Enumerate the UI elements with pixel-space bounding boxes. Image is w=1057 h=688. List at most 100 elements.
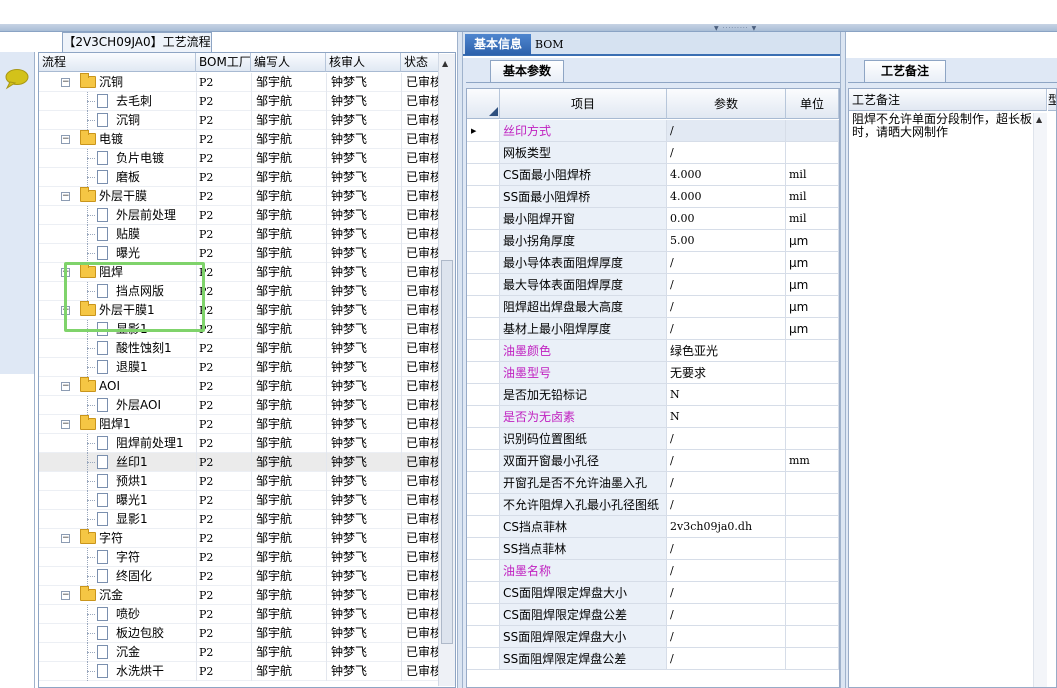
param-row[interactable]: 不允许阻焊入孔最小孔径图纸 / bbox=[467, 494, 839, 516]
tab-process-notes[interactable]: 工艺备注 bbox=[864, 60, 946, 82]
param-row[interactable]: SS面阻焊限定焊盘公差 / bbox=[467, 648, 839, 670]
col-header-notes[interactable]: 工艺备注 bbox=[849, 89, 1047, 111]
param-row[interactable]: CS面阻焊限定焊盘大小 / bbox=[467, 582, 839, 604]
param-value[interactable]: / bbox=[667, 450, 786, 472]
param-item-name[interactable]: SS面阻焊限定焊盘大小 bbox=[500, 626, 667, 648]
row-indicator[interactable] bbox=[467, 384, 500, 406]
tree-row[interactable]: 喷砂 P2 邹宇航 钟梦飞 已审核 bbox=[39, 605, 439, 624]
param-item-name[interactable]: SS挡点菲林 bbox=[500, 538, 667, 560]
expand-icon[interactable]: − bbox=[61, 534, 70, 543]
param-value[interactable]: / bbox=[667, 472, 786, 494]
tab-basic-params[interactable]: 基本参数 bbox=[490, 60, 564, 82]
row-indicator[interactable] bbox=[467, 296, 500, 318]
param-value[interactable]: / bbox=[667, 318, 786, 340]
param-row[interactable]: 阻焊超出焊盘最大高度 / μm bbox=[467, 296, 839, 318]
tree-row[interactable]: − AOI P2 邹宇航 钟梦飞 已审核 bbox=[39, 377, 439, 396]
param-value[interactable]: / bbox=[667, 252, 786, 274]
param-value[interactable]: / bbox=[667, 274, 786, 296]
row-indicator[interactable] bbox=[467, 274, 500, 296]
row-indicator[interactable] bbox=[467, 450, 500, 472]
param-item-name[interactable]: 基材上最小阻焊厚度 bbox=[500, 318, 667, 340]
param-item-name[interactable]: 双面开窗最小孔径 bbox=[500, 450, 667, 472]
tree-row[interactable]: − 电镀 P2 邹宇航 钟梦飞 已审核 bbox=[39, 130, 439, 149]
top-splitter[interactable]: ▼ ········· ▼ bbox=[0, 24, 1057, 32]
tab-bom[interactable]: BOM bbox=[535, 34, 575, 55]
tree-row[interactable]: 沉金 P2 邹宇航 钟梦飞 已审核 bbox=[39, 643, 439, 662]
row-indicator[interactable] bbox=[467, 142, 500, 164]
tree-row[interactable]: 磨板 P2 邹宇航 钟梦飞 已审核 bbox=[39, 168, 439, 187]
tab-basic-info[interactable]: 基本信息 bbox=[465, 34, 531, 55]
tree-row[interactable]: − 沉铜 P2 邹宇航 钟梦飞 已审核 bbox=[39, 73, 439, 92]
row-indicator[interactable] bbox=[467, 362, 500, 384]
row-indicator[interactable] bbox=[467, 494, 500, 516]
param-row[interactable]: CS挡点菲林 2v3ch09ja0.dh bbox=[467, 516, 839, 538]
row-indicator[interactable] bbox=[467, 340, 500, 362]
param-value[interactable]: 5.00 bbox=[667, 230, 786, 252]
param-row[interactable]: 最小阻焊开窗 0.00 mil bbox=[467, 208, 839, 230]
param-row[interactable]: 最大导体表面阻焊厚度 / μm bbox=[467, 274, 839, 296]
tree-scroll-thumb[interactable] bbox=[441, 260, 453, 644]
param-row[interactable]: 识别码位置图纸 / bbox=[467, 428, 839, 450]
row-indicator[interactable] bbox=[467, 560, 500, 582]
param-row[interactable]: 网板类型 / bbox=[467, 142, 839, 164]
tree-row[interactable]: 沉铜 P2 邹宇航 钟梦飞 已审核 bbox=[39, 111, 439, 130]
expand-icon[interactable]: − bbox=[61, 591, 70, 600]
param-row[interactable]: ▶ 丝印方式 / bbox=[467, 120, 839, 142]
tree-row[interactable]: 字符 P2 邹宇航 钟梦飞 已审核 bbox=[39, 548, 439, 567]
row-indicator[interactable] bbox=[467, 186, 500, 208]
tree-scrollbar[interactable]: ▲ bbox=[438, 54, 455, 686]
param-item-name[interactable]: 丝印方式 bbox=[500, 120, 667, 142]
param-value[interactable]: 绿色亚光 bbox=[667, 340, 786, 362]
row-indicator[interactable] bbox=[467, 406, 500, 428]
param-item-name[interactable]: CS面阻焊限定焊盘大小 bbox=[500, 582, 667, 604]
row-indicator[interactable] bbox=[467, 582, 500, 604]
tree-row[interactable]: 曝光1 P2 邹宇航 钟梦飞 已审核 bbox=[39, 491, 439, 510]
expand-icon[interactable]: − bbox=[61, 382, 70, 391]
col-header-reviewer[interactable]: 核审人 bbox=[326, 53, 401, 72]
tree-row[interactable]: 终固化 P2 邹宇航 钟梦飞 已审核 bbox=[39, 567, 439, 586]
param-value[interactable]: / bbox=[667, 604, 786, 626]
row-indicator[interactable]: ▶ bbox=[467, 120, 500, 142]
tree-row[interactable]: 贴膜 P2 邹宇航 钟梦飞 已审核 bbox=[39, 225, 439, 244]
param-item-name[interactable]: 油墨名称 bbox=[500, 560, 667, 582]
scroll-up-icon[interactable]: ▲ bbox=[442, 59, 448, 68]
notes-scrollbar[interactable]: ▲ bbox=[1033, 113, 1047, 687]
row-indicator[interactable] bbox=[467, 428, 500, 450]
param-value[interactable]: / bbox=[667, 120, 786, 142]
param-value[interactable]: / bbox=[667, 142, 786, 164]
tree-row[interactable]: 预烘1 P2 邹宇航 钟梦飞 已审核 bbox=[39, 472, 439, 491]
row-indicator[interactable] bbox=[467, 472, 500, 494]
param-item-name[interactable]: 最小阻焊开窗 bbox=[500, 208, 667, 230]
tree-row[interactable]: − 阻焊1 P2 邹宇航 钟梦飞 已审核 bbox=[39, 415, 439, 434]
param-row[interactable]: SS面最小阻焊桥 4.000 mil bbox=[467, 186, 839, 208]
param-value[interactable]: 0.00 bbox=[667, 208, 786, 230]
col-header-item[interactable]: 项目 bbox=[500, 89, 667, 119]
param-item-name[interactable]: 最大导体表面阻焊厚度 bbox=[500, 274, 667, 296]
tree-row[interactable]: 水洗烘干 P2 邹宇航 钟梦飞 已审核 bbox=[39, 662, 439, 681]
param-item-name[interactable]: 网板类型 bbox=[500, 142, 667, 164]
col-header-flow[interactable]: 流程 bbox=[39, 53, 196, 72]
expand-icon[interactable]: − bbox=[61, 420, 70, 429]
param-row[interactable]: 油墨颜色 绿色亚光 bbox=[467, 340, 839, 362]
col-header-bom[interactable]: BOM工厂 bbox=[196, 53, 251, 72]
expand-icon[interactable]: − bbox=[61, 78, 70, 87]
tree-row[interactable]: 负片电镀 P2 邹宇航 钟梦飞 已审核 bbox=[39, 149, 439, 168]
param-item-name[interactable]: SS面最小阻焊桥 bbox=[500, 186, 667, 208]
tree-row[interactable]: 酸性蚀刻1 P2 邹宇航 钟梦飞 已审核 bbox=[39, 339, 439, 358]
param-value[interactable]: 4.000 bbox=[667, 164, 786, 186]
tree-row[interactable]: 去毛刺 P2 邹宇航 钟梦飞 已审核 bbox=[39, 92, 439, 111]
tree-row[interactable]: − 外层干膜 P2 邹宇航 钟梦飞 已审核 bbox=[39, 187, 439, 206]
param-item-name[interactable]: CS挡点菲林 bbox=[500, 516, 667, 538]
row-indicator[interactable] bbox=[467, 604, 500, 626]
tree-row[interactable]: 板边包胶 P2 邹宇航 钟梦飞 已审核 bbox=[39, 624, 439, 643]
param-item-name[interactable]: 油墨型号 bbox=[500, 362, 667, 384]
chat-bubble-icon[interactable] bbox=[3, 68, 29, 90]
param-value[interactable]: / bbox=[667, 582, 786, 604]
tree-row[interactable]: 显影1 P2 邹宇航 钟梦飞 已审核 bbox=[39, 510, 439, 529]
process-note-text[interactable]: 阻焊不允许单面分段制作，超长板时，请晒大网制作 bbox=[852, 113, 1032, 139]
param-row[interactable]: CS面阻焊限定焊盘公差 / bbox=[467, 604, 839, 626]
param-row[interactable]: 双面开窗最小孔径 / mm bbox=[467, 450, 839, 472]
tree-row[interactable]: 曝光 P2 邹宇航 钟梦飞 已审核 bbox=[39, 244, 439, 263]
tree-row[interactable]: − 字符 P2 邹宇航 钟梦飞 已审核 bbox=[39, 529, 439, 548]
param-row[interactable]: SS挡点菲林 / bbox=[467, 538, 839, 560]
